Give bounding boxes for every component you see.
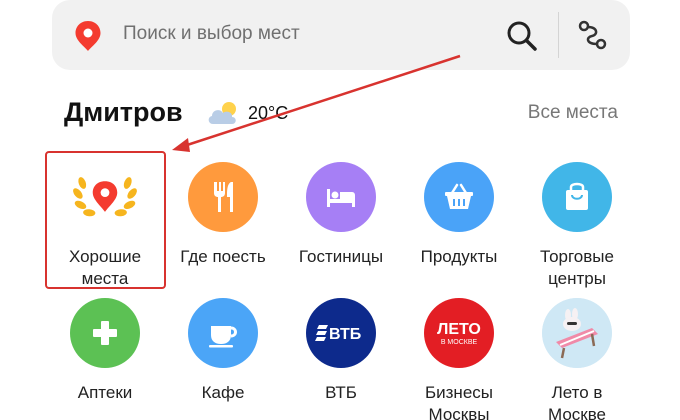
category-label: ВТБ xyxy=(325,383,357,402)
category-where-to-eat[interactable]: Где поесть xyxy=(165,162,281,268)
category-vtb[interactable]: ВТБ ВТБ xyxy=(283,298,399,404)
search-divider xyxy=(558,12,559,58)
category-label: Торговые центры xyxy=(540,247,614,288)
category-label: Лето в Москве xyxy=(547,383,607,420)
category-good-places[interactable]: Хорошие места xyxy=(47,162,163,290)
vtb-logo-icon: ВТБ xyxy=(306,298,376,368)
search-input[interactable]: Поиск и выбор мест xyxy=(123,23,300,45)
category-pharmacies[interactable]: Аптеки xyxy=(47,298,163,404)
basket-icon xyxy=(424,162,494,232)
search-bar[interactable]: Поиск и выбор мест xyxy=(52,0,630,70)
map-pin-icon xyxy=(74,20,102,52)
category-malls[interactable]: Торговые центры xyxy=(519,162,635,290)
leto-v-moskve-logo-icon: ЛЕТО В МОСКВЕ xyxy=(424,298,494,368)
leto-logo-subtext: В МОСКВЕ xyxy=(441,339,478,346)
magnifier-icon[interactable] xyxy=(502,16,542,56)
cloud-icon xyxy=(205,100,243,126)
category-summer-in-moscow[interactable]: Лето в Москве xyxy=(519,298,635,420)
category-groceries[interactable]: Продукты xyxy=(401,162,517,268)
fork-knife-icon xyxy=(188,162,258,232)
all-places-link[interactable]: Все места xyxy=(528,102,618,124)
category-moscow-business[interactable]: ЛЕТО В МОСКВЕ Бизнесы Москвы xyxy=(401,298,517,420)
category-label: Кафе xyxy=(201,383,245,402)
route-icon[interactable] xyxy=(576,18,610,52)
category-label: Гостиницы xyxy=(298,247,384,266)
coffee-cup-icon xyxy=(188,298,258,368)
vtb-logo-text: ВТБ xyxy=(329,326,361,343)
category-label: Хорошие места xyxy=(68,247,142,288)
category-label: Где поесть xyxy=(180,247,266,266)
category-hotels[interactable]: Гостиницы xyxy=(283,162,399,268)
summer-deckchair-icon xyxy=(542,298,612,368)
category-label: Бизнесы Москвы xyxy=(424,383,493,420)
weather-temperature: 20°C xyxy=(248,103,289,123)
good-places-laurel-icon xyxy=(70,162,140,232)
pharmacy-cross-icon xyxy=(70,298,140,368)
category-label: Продукты xyxy=(420,247,498,266)
category-cafe[interactable]: Кафе xyxy=(165,298,281,404)
leto-logo-text: ЛЕТО xyxy=(437,321,481,338)
city-title[interactable]: Дмитров xyxy=(64,97,183,128)
bed-icon xyxy=(306,162,376,232)
category-label: Аптеки xyxy=(77,383,133,402)
shopping-bag-icon xyxy=(542,162,612,232)
